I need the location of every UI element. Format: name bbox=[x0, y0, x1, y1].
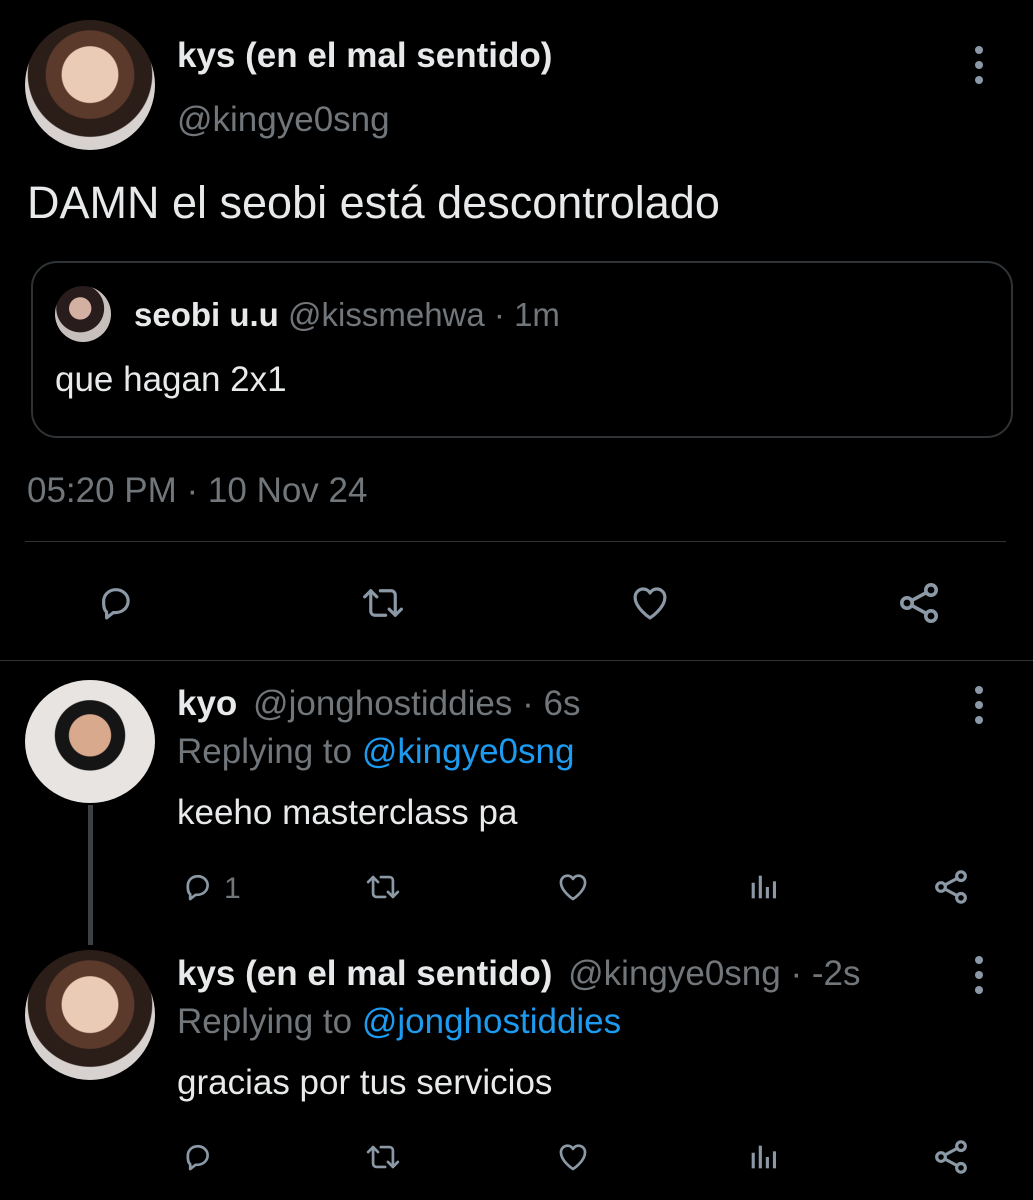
reply-icon[interactable] bbox=[178, 868, 216, 906]
reply-header: kys (en el mal sentido) @kingye0sng · -2… bbox=[177, 953, 860, 995]
replying-to-link[interactable]: @kingye0sng bbox=[362, 732, 575, 771]
reply-icon[interactable] bbox=[91, 579, 139, 627]
replying-to-link[interactable]: @jonghostiddies bbox=[362, 1002, 621, 1041]
quoted-time: · 1m bbox=[493, 296, 560, 333]
reply-handle[interactable]: @kingye0sng bbox=[568, 954, 781, 993]
tweet-timestamp[interactable]: 05:20 PM · 10 Nov 24 bbox=[27, 470, 367, 512]
views-icon[interactable] bbox=[744, 1138, 782, 1176]
avatar[interactable] bbox=[25, 950, 155, 1080]
reply-icon[interactable] bbox=[178, 1138, 216, 1176]
like-icon[interactable] bbox=[553, 1138, 593, 1176]
reply-author-name[interactable]: kyo bbox=[177, 684, 237, 723]
more-icon[interactable] bbox=[974, 956, 984, 994]
quoted-avatar[interactable] bbox=[55, 286, 111, 342]
reply-count: 1 bbox=[224, 872, 241, 905]
like-icon[interactable] bbox=[553, 868, 593, 906]
quoted-author-name[interactable]: seobi u.u bbox=[134, 296, 279, 333]
replying-prefix: Replying to bbox=[177, 1002, 353, 1041]
share-icon[interactable] bbox=[930, 1136, 972, 1178]
thread-line bbox=[88, 805, 93, 945]
reply-header: kyo @jonghostiddies · 6s bbox=[177, 683, 580, 725]
retweet-icon[interactable] bbox=[354, 579, 412, 627]
reply-time: · 6s bbox=[522, 684, 581, 723]
divider bbox=[0, 660, 1033, 661]
quoted-text: que hagan 2x1 bbox=[55, 360, 287, 399]
replying-to: Replying to @jonghostiddies bbox=[177, 1001, 621, 1043]
more-icon[interactable] bbox=[974, 686, 984, 724]
share-icon[interactable] bbox=[930, 866, 972, 908]
avatar[interactable] bbox=[25, 20, 155, 150]
author-name[interactable]: kys (en el mal sentido) bbox=[177, 35, 552, 77]
reply-text: gracias por tus servicios bbox=[177, 1063, 553, 1102]
divider bbox=[25, 541, 1006, 542]
retweet-icon[interactable] bbox=[360, 868, 406, 906]
quoted-header: seobi u.u @kissmehwa · 1m bbox=[134, 295, 560, 335]
like-icon[interactable] bbox=[624, 579, 676, 627]
quoted-tweet[interactable] bbox=[31, 261, 1013, 438]
reply-author-name[interactable]: kys (en el mal sentido) bbox=[177, 954, 552, 993]
retweet-icon[interactable] bbox=[360, 1138, 406, 1176]
replying-prefix: Replying to bbox=[177, 732, 353, 771]
quoted-handle[interactable]: @kissmehwa bbox=[288, 296, 485, 333]
views-icon[interactable] bbox=[744, 868, 782, 906]
reply-time: · -2s bbox=[790, 954, 861, 993]
replying-to: Replying to @kingye0sng bbox=[177, 731, 574, 773]
tweet-text: DAMN el seobi está descontrolado bbox=[27, 177, 720, 228]
more-icon[interactable] bbox=[974, 46, 984, 84]
avatar[interactable] bbox=[25, 680, 155, 803]
share-icon[interactable] bbox=[893, 577, 945, 629]
author-handle[interactable]: @kingye0sng bbox=[177, 99, 390, 141]
reply-handle[interactable]: @jonghostiddies bbox=[253, 684, 512, 723]
reply-text: keeho masterclass pa bbox=[177, 793, 518, 832]
